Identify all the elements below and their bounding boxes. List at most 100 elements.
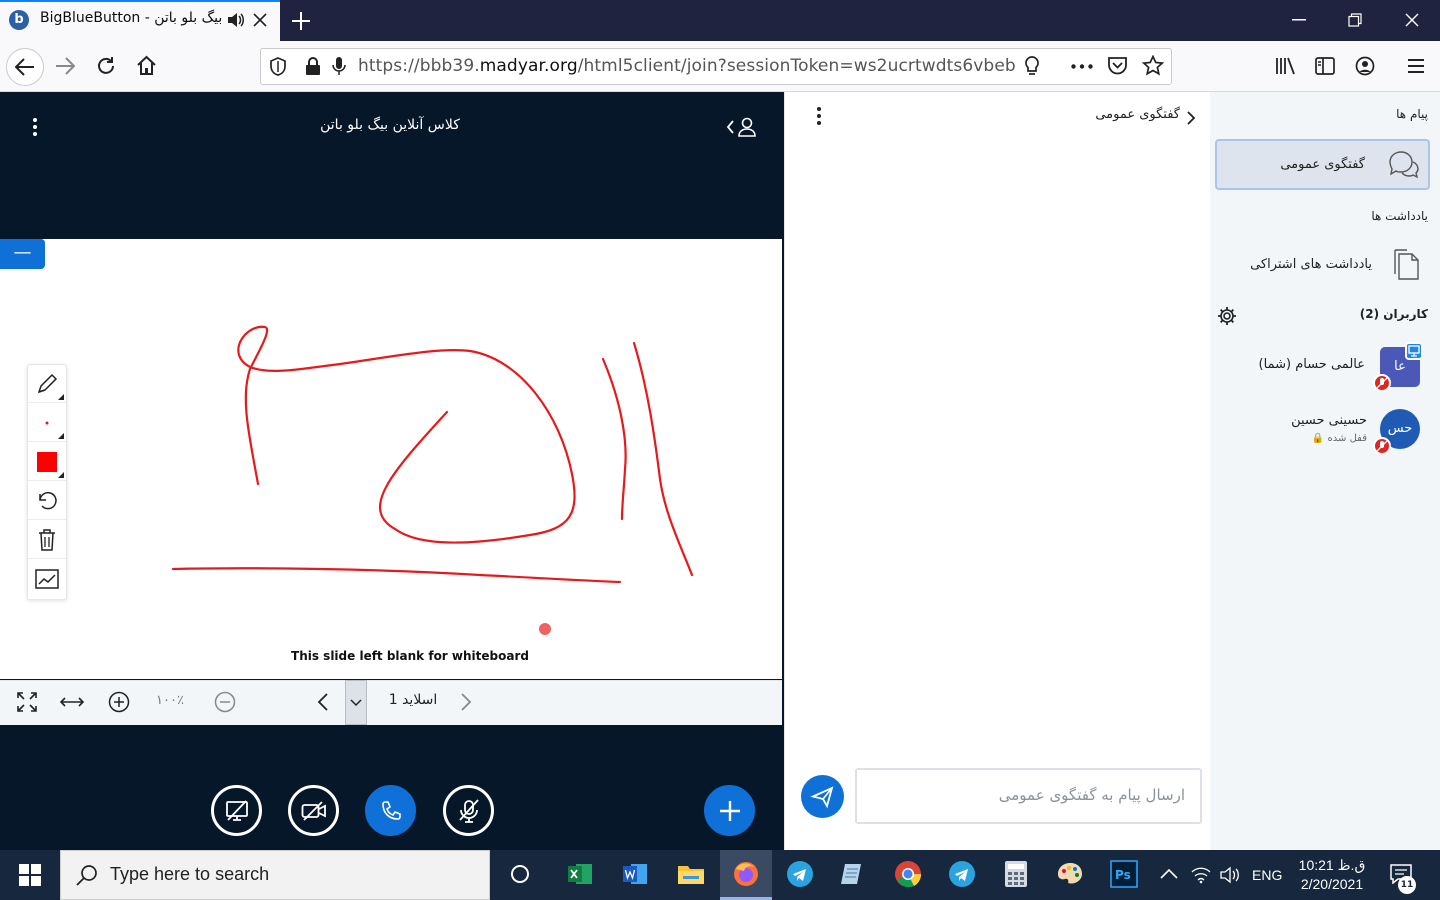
- leave-audio-button[interactable]: [365, 785, 416, 836]
- chevron-right-icon: [1187, 111, 1196, 125]
- photoshop-icon[interactable]: Ps: [1109, 858, 1139, 890]
- zoom-in-button[interactable]: [108, 691, 130, 713]
- cortana-icon[interactable]: [505, 858, 535, 890]
- telegram-icon[interactable]: [785, 858, 815, 890]
- wifi-icon[interactable]: [1191, 866, 1211, 884]
- actions-plus-button[interactable]: [704, 785, 755, 836]
- back-button[interactable]: [6, 48, 44, 86]
- chat-options-icon[interactable]: [816, 106, 822, 126]
- multi-user-toggle-button[interactable]: [28, 560, 66, 598]
- fullscreen-icon: [17, 692, 37, 712]
- taskbar-clock[interactable]: 10:21 ق.ظ 2/20/2021: [1290, 856, 1374, 894]
- chevron-up-icon[interactable]: [1160, 868, 1178, 880]
- more-actions-icon[interactable]: [1071, 64, 1093, 69]
- paint-icon[interactable]: [1055, 858, 1085, 890]
- hamburger-menu-icon[interactable]: [1407, 58, 1425, 74]
- chevron-right-icon: [461, 693, 472, 711]
- phone-icon: [381, 800, 401, 820]
- pencil-tool-button[interactable]: [28, 365, 66, 403]
- pocket-icon[interactable]: [1107, 56, 1128, 75]
- close-window-icon[interactable]: [1405, 13, 1419, 27]
- undo-button[interactable]: [28, 482, 66, 520]
- svg-text:Ps: Ps: [1115, 868, 1131, 882]
- zoom-level: ۱۰۰٪: [156, 693, 184, 708]
- unmute-button[interactable]: [443, 785, 494, 836]
- lightbulb-icon[interactable]: [1024, 56, 1040, 77]
- input-language[interactable]: ENG: [1252, 867, 1282, 883]
- bbb-favicon-icon: b: [9, 10, 29, 30]
- close-tab-icon[interactable]: [253, 13, 267, 27]
- muted-microphone-icon: [1373, 437, 1391, 455]
- calculator-icon[interactable]: [1001, 858, 1031, 890]
- slide-select-dropdown[interactable]: [345, 680, 367, 725]
- users-title: کاربران (2): [1359, 307, 1428, 321]
- reload-button[interactable]: [96, 56, 116, 76]
- fit-width-icon: [60, 697, 84, 707]
- clear-all-button[interactable]: [28, 521, 66, 559]
- file-explorer-icon[interactable]: [676, 858, 706, 890]
- word-icon[interactable]: [620, 858, 650, 890]
- notification-count-badge: 11: [1398, 876, 1416, 894]
- send-message-button[interactable]: [801, 775, 844, 818]
- hide-chat-button[interactable]: [1186, 110, 1196, 126]
- undo-icon: [39, 491, 57, 509]
- user-name[interactable]: حسینی حسین: [1215, 413, 1367, 428]
- microphone-off-icon: [458, 798, 479, 823]
- whiteboard-drawing: [171, 325, 694, 635]
- previous-slide-button[interactable]: [317, 692, 329, 712]
- thickness-dot-icon: [45, 421, 49, 424]
- pencil-icon: [37, 373, 58, 393]
- color-tool-button[interactable]: [28, 443, 66, 481]
- zoom-in-icon: [108, 691, 130, 713]
- thickness-tool-button[interactable]: [28, 404, 66, 442]
- minimize-window-icon[interactable]: [1292, 19, 1306, 21]
- plus-icon: [719, 800, 740, 821]
- fit-width-button[interactable]: [60, 695, 84, 709]
- toggle-userlist-button[interactable]: [726, 116, 758, 138]
- chat-bubbles-icon: [1387, 149, 1421, 179]
- clock-date: 2/20/2021: [1300, 876, 1364, 892]
- reload-icon: [98, 57, 114, 74]
- excel-icon[interactable]: [565, 858, 595, 890]
- new-tab-icon[interactable]: [291, 11, 311, 31]
- arrow-left-icon: [15, 58, 34, 76]
- user-name[interactable]: عالمی حسام (شما): [1215, 357, 1365, 372]
- share-webcam-button[interactable]: [288, 785, 339, 836]
- lock-icon: 🔒: [1311, 433, 1328, 444]
- chat-title: گفتگوی عمومی: [1095, 107, 1180, 122]
- search-icon: [76, 864, 98, 886]
- zoom-out-button[interactable]: [214, 691, 236, 713]
- options-menu-icon[interactable]: [32, 117, 38, 137]
- windows-start-icon[interactable]: [19, 864, 41, 886]
- sidebar-toggle-icon[interactable]: [1315, 57, 1335, 75]
- speaker-icon[interactable]: [227, 12, 245, 28]
- chrome-icon[interactable]: [893, 858, 923, 890]
- library-icon[interactable]: [1275, 57, 1297, 75]
- notepad-app-icon[interactable]: [838, 858, 868, 890]
- chevron-down-icon: [350, 698, 362, 706]
- fullscreen-button[interactable]: [17, 692, 37, 712]
- bookmark-star-icon[interactable]: [1142, 55, 1164, 76]
- lock-icon[interactable]: [305, 57, 321, 75]
- telegram-desktop-icon[interactable]: [947, 858, 977, 890]
- shared-notes-label[interactable]: یادداشت های اشتراکی: [1215, 257, 1372, 272]
- restore-window-icon[interactable]: [1348, 13, 1362, 27]
- minimize-presentation-button[interactable]: —: [0, 239, 45, 269]
- muted-microphone-icon: [1373, 374, 1391, 392]
- share-screen-button[interactable]: [211, 785, 262, 836]
- microphone-permission-icon[interactable]: [332, 56, 346, 76]
- firefox-icon[interactable]: [731, 858, 761, 890]
- home-button[interactable]: [136, 55, 157, 76]
- volume-icon[interactable]: [1220, 866, 1242, 884]
- chevron-left-icon: [317, 693, 328, 711]
- account-icon[interactable]: [1355, 56, 1375, 76]
- shield-icon[interactable]: [270, 57, 286, 76]
- messages-title: پیام ها: [1396, 107, 1428, 121]
- url-text[interactable]: https://bbb39.madyar.org/html5client/joi…: [358, 56, 1016, 76]
- user-chevron-icon: [726, 117, 756, 137]
- forward-button[interactable]: [55, 57, 75, 75]
- slide-number[interactable]: اسلاید 1: [378, 692, 448, 708]
- user-options-gear-icon[interactable]: [1217, 306, 1237, 326]
- next-slide-button[interactable]: [460, 692, 472, 712]
- chat-panel: [784, 92, 1210, 850]
